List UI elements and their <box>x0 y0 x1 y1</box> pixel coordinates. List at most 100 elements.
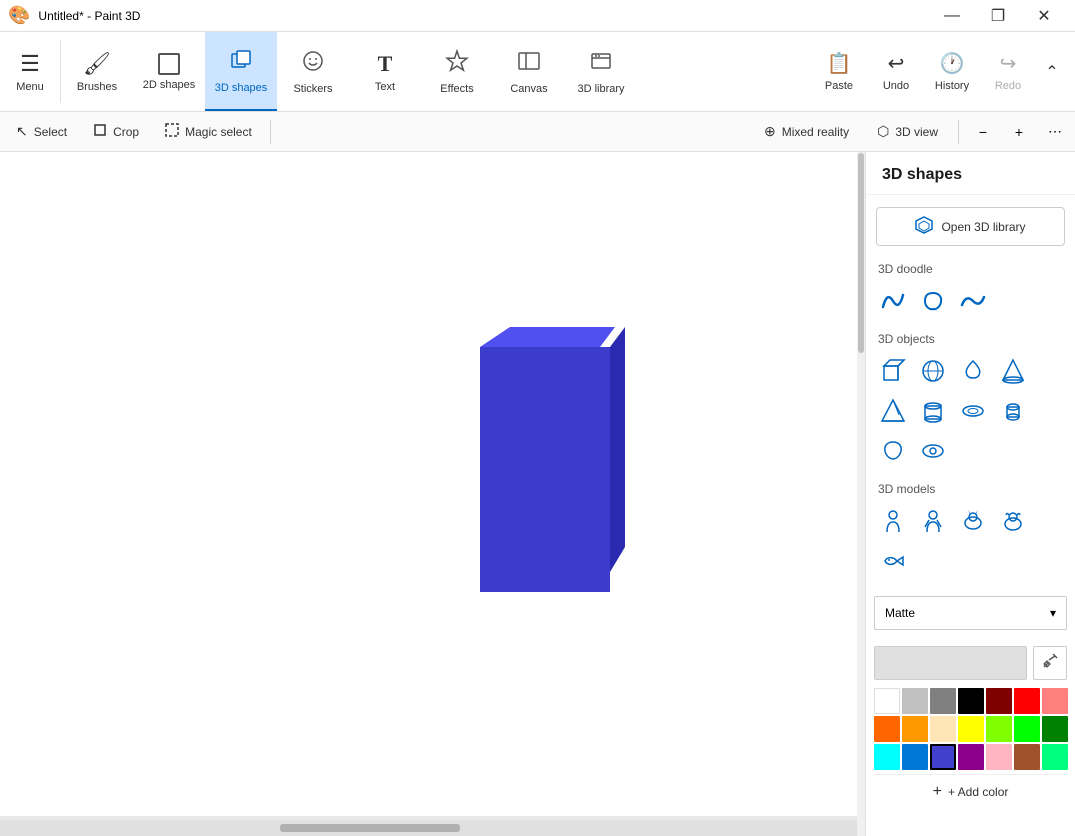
panel-scrollbar[interactable] <box>857 152 865 836</box>
material-dropdown[interactable]: Matte ▾ <box>874 596 1067 630</box>
color-pink[interactable] <box>986 744 1012 770</box>
color-dark-red[interactable] <box>986 688 1012 714</box>
color-chartreuse[interactable] <box>986 716 1012 742</box>
color-gray[interactable] <box>930 688 956 714</box>
restore-button[interactable]: ❐ <box>975 0 1021 32</box>
color-black[interactable] <box>958 688 984 714</box>
horizontal-scrollbar[interactable] <box>0 820 857 836</box>
select-label: Select <box>34 125 67 139</box>
color-green2[interactable] <box>1042 716 1068 742</box>
crop-button[interactable]: Crop <box>81 116 151 148</box>
color-light-gray[interactable] <box>902 688 928 714</box>
color-purple[interactable] <box>958 744 984 770</box>
undo-icon: ↩ <box>888 51 905 76</box>
mixed-reality-button[interactable]: ⊕ Mixed reality <box>752 116 861 148</box>
object-cylinder[interactable] <box>914 392 952 430</box>
eyedropper-button[interactable] <box>1033 646 1067 680</box>
collapse-button[interactable]: ⌃ <box>1037 54 1067 90</box>
doodle-grid <box>866 282 1075 328</box>
object-blob[interactable] <box>874 432 912 470</box>
mixed-reality-icon: ⊕ <box>764 123 776 140</box>
color-selected[interactable] <box>930 744 956 770</box>
sub-separator-1 <box>270 120 271 144</box>
color-placeholder1[interactable] <box>1042 688 1068 714</box>
menu-button[interactable]: ☰ Menu <box>0 32 60 111</box>
canvas-background <box>0 152 857 816</box>
models-grid <box>866 502 1075 588</box>
material-section: Matte ▾ <box>866 588 1075 638</box>
color-red[interactable] <box>1014 688 1040 714</box>
object-capsule[interactable] <box>994 392 1032 430</box>
select-button[interactable]: ↖ Select <box>4 116 79 148</box>
brushes-label: Brushes <box>77 81 117 93</box>
2dshapes-button[interactable]: 2D shapes <box>133 32 205 111</box>
object-cone[interactable] <box>994 352 1032 390</box>
3d-shape[interactable] <box>470 327 625 597</box>
text-button[interactable]: T Text <box>349 32 421 111</box>
close-button[interactable]: ✕ <box>1021 0 1067 32</box>
3dshapes-button[interactable]: 3D shapes <box>205 32 277 111</box>
color-brown[interactable] <box>1014 744 1040 770</box>
panel-scroll-thumb[interactable] <box>858 153 864 353</box>
zoom-out-button[interactable]: − <box>967 116 999 148</box>
color-blue[interactable] <box>902 744 928 770</box>
open-3d-library-button[interactable]: Open 3D library <box>876 207 1065 246</box>
color-grid <box>874 688 1067 770</box>
sub-separator-2 <box>958 120 959 144</box>
magic-select-button[interactable]: Magic select <box>153 116 264 148</box>
scroll-thumb-h[interactable] <box>280 824 460 832</box>
3dlibrary-button[interactable]: 3D library <box>565 32 637 111</box>
effects-button[interactable]: Effects <box>421 32 493 111</box>
add-color-button[interactable]: + + Add color <box>874 774 1067 808</box>
object-sphere[interactable] <box>914 352 952 390</box>
object-lens[interactable] <box>914 432 952 470</box>
object-cube[interactable] <box>874 352 912 390</box>
object-pyramid[interactable] <box>874 392 912 430</box>
model-dog[interactable] <box>994 502 1032 540</box>
color-spring-green[interactable] <box>1042 744 1068 770</box>
3dview-button[interactable]: ⬡ 3D view <box>865 116 950 148</box>
canvas-area[interactable] <box>0 152 857 836</box>
model-fish[interactable] <box>874 542 912 580</box>
object-torus[interactable] <box>954 392 992 430</box>
effects-icon <box>445 49 469 79</box>
dropdown-chevron-icon: ▾ <box>1050 606 1056 620</box>
history-button[interactable]: 🕐 History <box>924 43 980 100</box>
2dshapes-icon <box>158 53 180 75</box>
model-cat[interactable] <box>954 502 992 540</box>
canvas-label: Canvas <box>510 83 547 95</box>
3dshapes-icon <box>229 48 253 78</box>
zoom-in-button[interactable]: + <box>1003 116 1035 148</box>
models-section-label: 3D models <box>866 478 1075 502</box>
color-white[interactable] <box>874 688 900 714</box>
paste-label: Paste <box>825 80 853 92</box>
color-moccasin[interactable] <box>930 716 956 742</box>
history-label: History <box>935 80 969 92</box>
color-orange[interactable] <box>902 716 928 742</box>
redo-button[interactable]: ↪ Redo <box>980 43 1036 100</box>
color-yellow[interactable] <box>958 716 984 742</box>
undo-button[interactable]: ↩ Undo <box>868 43 924 100</box>
stickers-button[interactable]: Stickers <box>277 32 349 111</box>
more-options-button[interactable]: ⋯ <box>1039 116 1071 148</box>
doodle-blob[interactable] <box>914 282 952 320</box>
objects-grid <box>866 352 1075 478</box>
minimize-button[interactable]: — <box>929 0 975 32</box>
add-color-label: + Add color <box>948 785 1008 799</box>
object-teardrop[interactable] <box>954 352 992 390</box>
color-orange-dark[interactable] <box>874 716 900 742</box>
canvas-button[interactable]: Canvas <box>493 32 565 111</box>
objects-section-label: 3D objects <box>866 328 1075 352</box>
model-person1[interactable] <box>874 502 912 540</box>
text-icon: T <box>378 51 393 77</box>
color-section: + + Add color <box>866 638 1075 816</box>
model-person2[interactable] <box>914 502 952 540</box>
2dshapes-label: 2D shapes <box>143 79 196 91</box>
color-lime[interactable] <box>1014 716 1040 742</box>
doodle-wave[interactable] <box>954 282 992 320</box>
doodle-squiggle[interactable] <box>874 282 912 320</box>
brushes-button[interactable]: 🖌 Brushes <box>61 32 133 111</box>
paste-button[interactable]: 📋 Paste <box>811 43 867 100</box>
color-cyan[interactable] <box>874 744 900 770</box>
redo-icon: ↪ <box>1000 51 1017 76</box>
